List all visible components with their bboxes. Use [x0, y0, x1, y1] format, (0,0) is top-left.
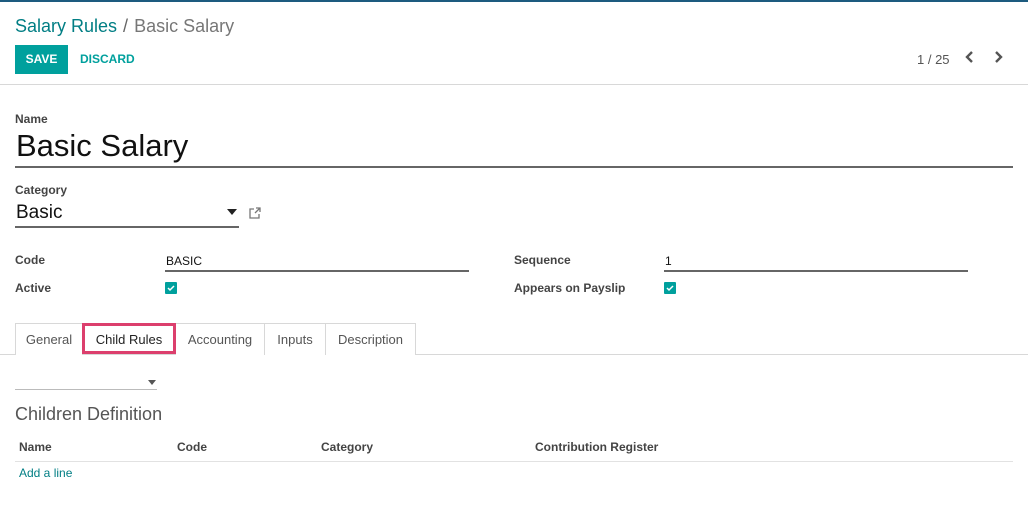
caret-down-icon[interactable]	[148, 380, 156, 385]
sequence-label: Sequence	[514, 253, 571, 267]
column-header-code[interactable]: Code	[177, 440, 207, 454]
tab-inputs[interactable]: Inputs	[264, 323, 326, 355]
breadcrumb-current: Basic Salary	[134, 16, 235, 36]
section-title: Children Definition	[15, 404, 163, 424]
tab-general[interactable]: General	[15, 323, 83, 355]
pager-previous-button[interactable]	[963, 49, 977, 65]
chevron-left-icon	[965, 51, 973, 63]
column-header-name[interactable]: Name	[19, 440, 52, 454]
save-button[interactable]: SAVE	[15, 45, 68, 74]
pager-value[interactable]: 1 / 25	[917, 52, 950, 67]
check-icon	[666, 285, 674, 292]
active-label: Active	[15, 281, 52, 295]
column-header-category[interactable]: Category	[321, 440, 373, 454]
category-label: Category	[15, 183, 68, 197]
tab-child-rules[interactable]: Child Rules	[82, 323, 176, 354]
name-label: Name	[15, 112, 48, 126]
code-underline	[165, 270, 469, 272]
tab-description[interactable]: Description	[325, 323, 416, 355]
name-input[interactable]: Basic Salary	[16, 128, 188, 164]
discard-button[interactable]: DISCARD	[80, 45, 135, 74]
chevron-right-icon	[995, 51, 1003, 63]
tab-accounting[interactable]: Accounting	[175, 323, 265, 355]
code-input[interactable]: BASIC	[166, 254, 202, 268]
breadcrumb-salary-rules[interactable]: Salary Rules	[15, 16, 117, 36]
sequence-underline	[664, 270, 968, 272]
check-icon	[167, 285, 175, 292]
appears-on-payslip-label: Appears on Payslip	[514, 281, 626, 295]
breadcrumb: Salary Rules / Basic Salary	[15, 16, 234, 37]
name-underline	[15, 166, 1013, 168]
breadcrumb-separator: /	[123, 16, 129, 36]
category-select[interactable]: Basic	[16, 202, 62, 224]
external-link-button[interactable]	[248, 206, 262, 220]
parent-rule-select[interactable]	[15, 374, 157, 390]
sequence-input[interactable]: 1	[665, 254, 672, 268]
column-header-contribution-register[interactable]: Contribution Register	[535, 440, 658, 454]
active-checkbox[interactable]	[165, 282, 177, 294]
add-a-line-link[interactable]: Add a line	[19, 466, 72, 480]
pager-next-button[interactable]	[991, 49, 1005, 65]
table-header-divider	[15, 461, 1013, 462]
code-label: Code	[15, 253, 45, 267]
appears-on-payslip-checkbox[interactable]	[664, 282, 676, 294]
external-link-icon	[249, 207, 261, 219]
control-panel: Salary Rules / Basic Salary SAVE DISCARD 1…	[0, 2, 1028, 85]
caret-down-icon[interactable]	[227, 209, 237, 215]
category-underline	[15, 226, 239, 228]
tabs-divider	[0, 354, 1028, 355]
